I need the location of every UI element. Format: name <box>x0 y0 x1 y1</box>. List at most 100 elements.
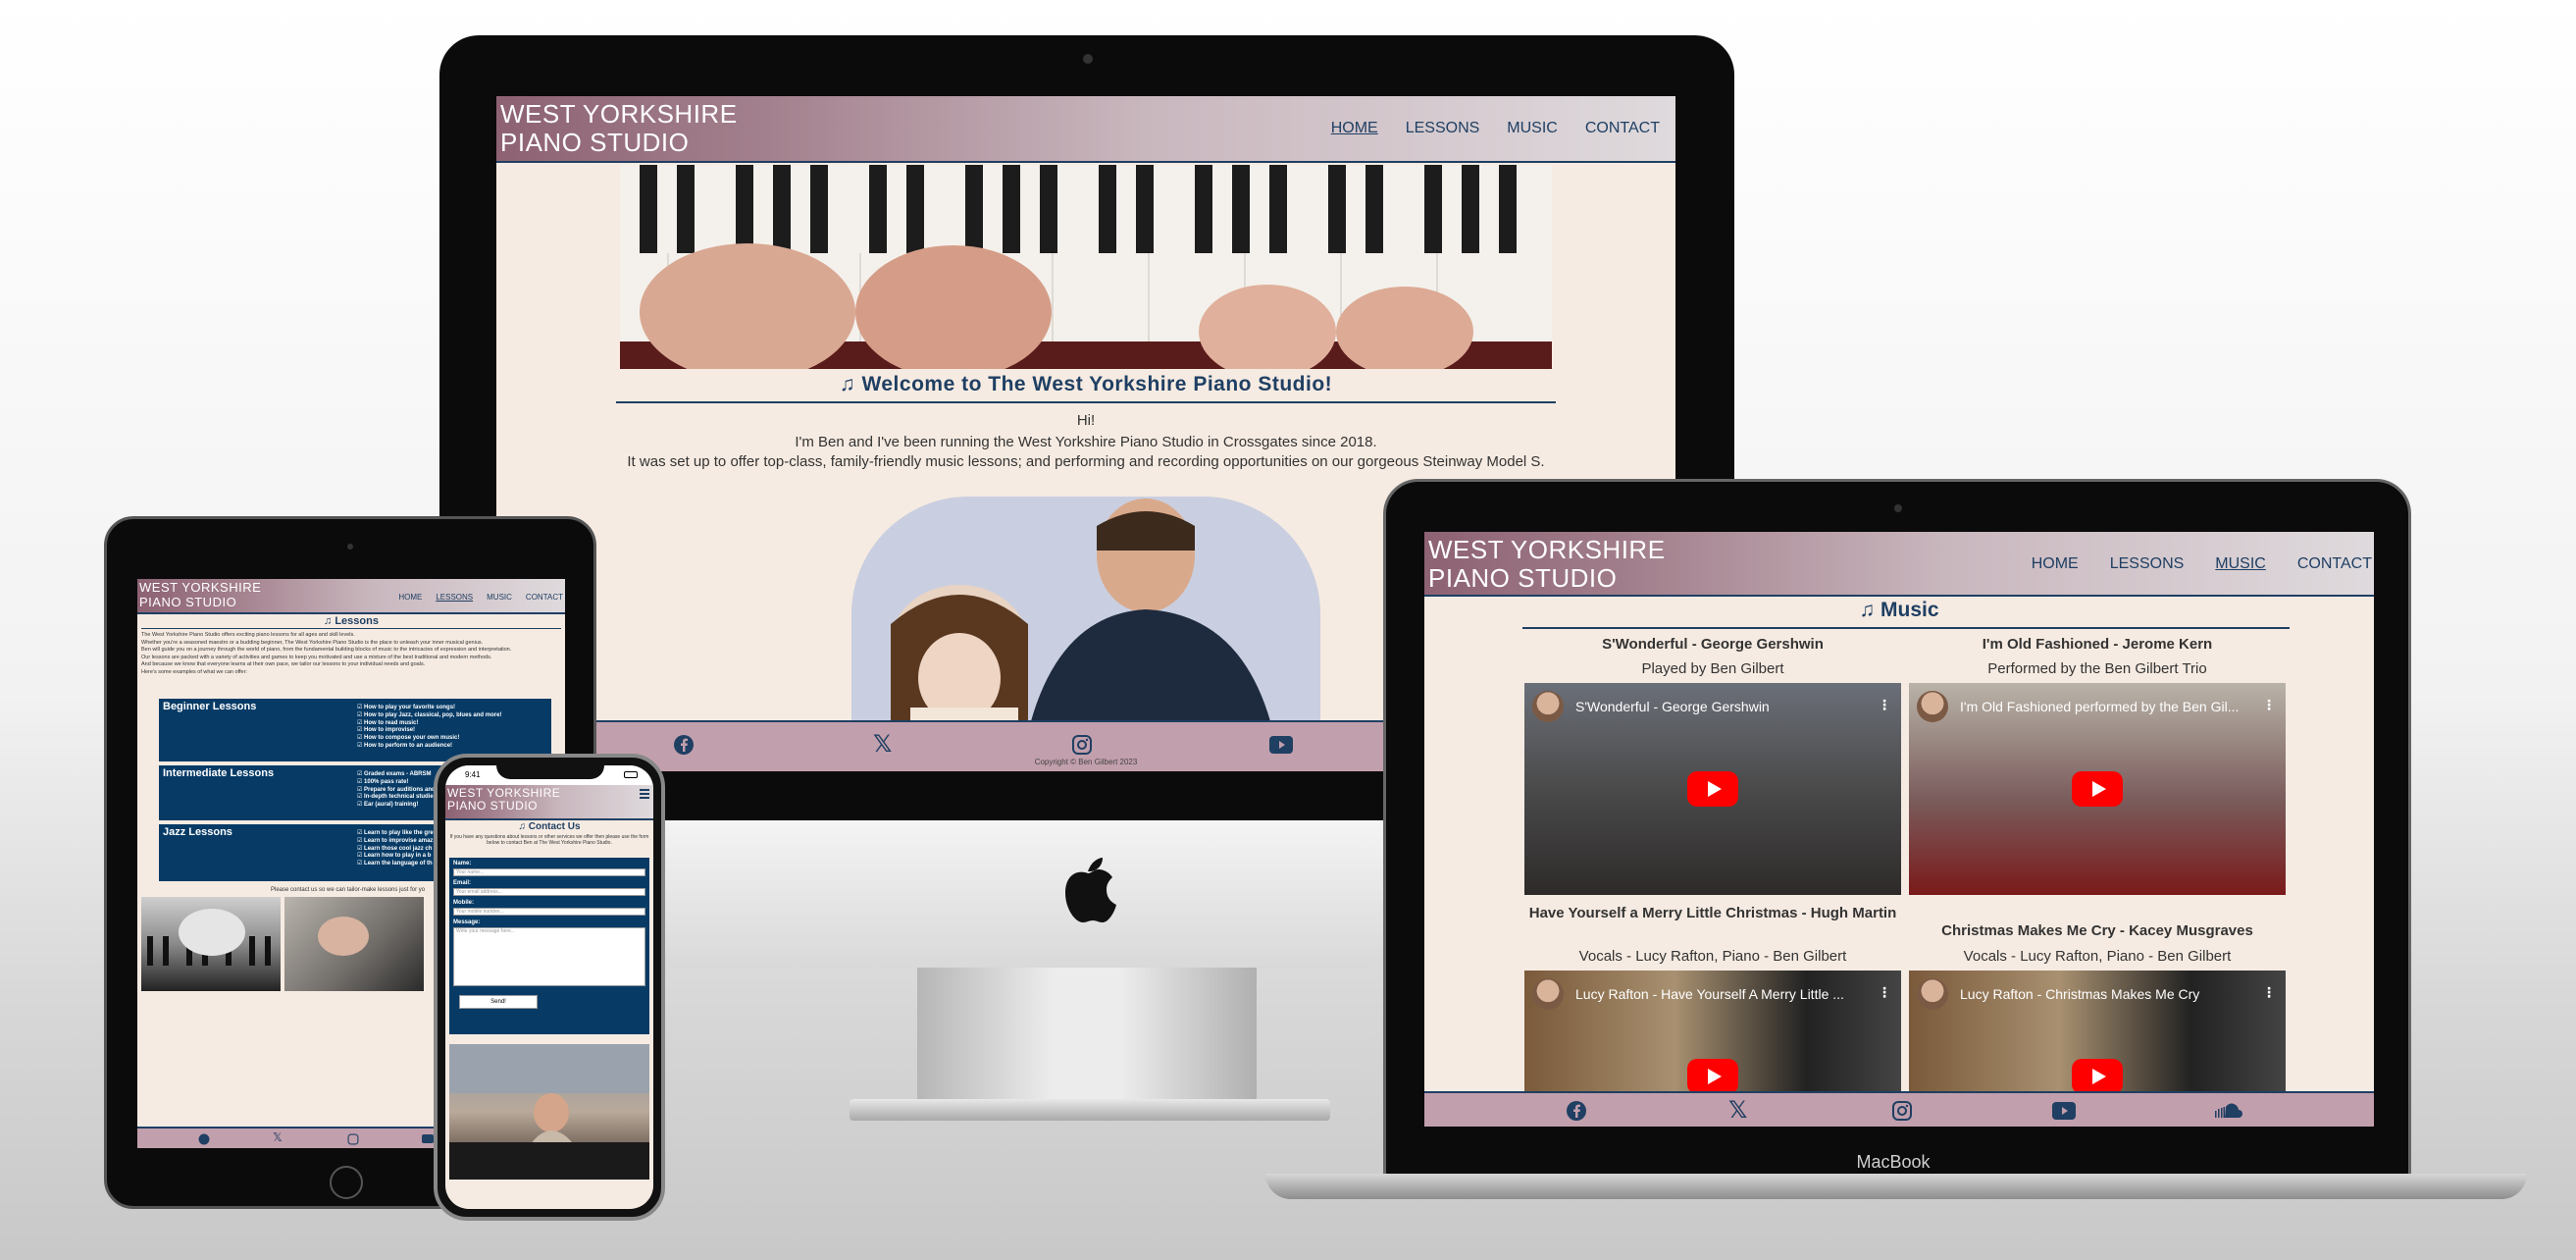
send-button[interactable]: Send! <box>459 995 538 1009</box>
x-icon[interactable]: 𝕏 <box>273 1130 283 1144</box>
welcome-para-2: I'm Ben and I've been running the West Y… <box>795 434 1377 450</box>
facebook-icon[interactable] <box>1566 1100 1587 1122</box>
list-item: ☑ 100% pass rate! <box>357 778 409 785</box>
nav-home[interactable]: HOME <box>398 593 422 602</box>
site-logo[interactable]: WEST YORKSHIRE PIANO STUDIO <box>447 786 561 814</box>
nav-lessons[interactable]: LESSONS <box>436 593 473 602</box>
lesson-card-title: Beginner Lessons <box>163 701 257 712</box>
lessons-intro-5: And because we know that everyone learns… <box>141 661 426 667</box>
nav-contact[interactable]: CONTACT <box>526 593 563 602</box>
lessons-contact-note: Please contact us so we can tailor-make … <box>271 887 426 893</box>
hamburger-icon[interactable] <box>640 789 649 799</box>
ipad-camera <box>347 544 353 550</box>
site-logo[interactable]: WEST YORKSHIRE PIANO STUDIO <box>500 99 738 158</box>
video-overlay-title: S'Wonderful - George Gershwin <box>1575 699 1770 714</box>
youtube-icon[interactable] <box>422 1134 434 1143</box>
video-title: Christmas Makes Me Cry - Kacey Musgraves <box>1941 922 2253 939</box>
music-note-icon: ♫ <box>518 821 526 832</box>
message-field[interactable]: Write your message here... <box>453 927 645 986</box>
instagram-icon[interactable] <box>1071 734 1093 756</box>
list-item: ☑ How to play your favorite songs! <box>357 705 456 710</box>
nav-lessons[interactable]: LESSONS <box>1406 120 1480 137</box>
main-nav: HOME LESSONS MUSIC CONTACT <box>1331 120 1660 137</box>
welcome-heading: ♫ Welcome to The West Yorkshire Piano St… <box>614 373 1558 396</box>
site-header: WEST YORKSHIRE PIANO STUDIO HOME LESSONS… <box>496 96 1675 163</box>
lesson-card-list: ☑ How to play your favorite songs! ☑ How… <box>357 705 501 751</box>
nav-home[interactable]: HOME <box>1331 120 1378 137</box>
video-overlay-title: Lucy Rafton - Have Yourself A Merry Litt… <box>1575 986 1844 1002</box>
nav-music[interactable]: MUSIC <box>1507 120 1558 137</box>
play-button-icon[interactable] <box>2072 1059 2123 1092</box>
video-overlay-title: I'm Old Fashioned performed by the Ben G… <box>1960 699 2240 714</box>
list-item: ☑ Ear (aural) training! <box>357 802 419 809</box>
imac-base <box>850 1099 1330 1121</box>
x-icon[interactable]: 𝕏 <box>1728 1096 1747 1125</box>
instagram-icon[interactable] <box>347 1133 359 1145</box>
more-options-icon[interactable]: ⋮ <box>2262 984 2276 1001</box>
hero-image-piano-hands <box>620 165 1552 369</box>
nav-home[interactable]: HOME <box>2032 555 2079 573</box>
music-heading-text: Music <box>1880 599 1939 621</box>
contact-form: Name: Your name... Email: Your email add… <box>449 858 649 1034</box>
iphone-screen: 9:41 WEST YORKSHIRE PIANO STUDIO ♫ Conta… <box>445 765 653 1209</box>
macbook-label: MacBook <box>1856 1152 1931 1172</box>
apple-logo-icon <box>1057 852 1118 924</box>
nav-music[interactable]: MUSIC <box>487 593 512 602</box>
mobile-field[interactable]: Your mobile number... <box>453 908 645 916</box>
avatar <box>1532 978 1564 1010</box>
name-field[interactable]: Your name... <box>453 868 645 876</box>
site-logo[interactable]: WEST YORKSHIRE PIANO STUDIO <box>139 580 262 609</box>
youtube-embed[interactable]: Lucy Rafton - Have Yourself A Merry Litt… <box>1524 971 1901 1092</box>
email-label: Email: <box>453 880 472 886</box>
youtube-embed[interactable]: I'm Old Fashioned performed by the Ben G… <box>1909 683 2286 895</box>
logo-line-2: PIANO STUDIO <box>500 128 690 158</box>
contact-heading-text: Contact Us <box>528 821 581 832</box>
facebook-icon[interactable] <box>198 1133 210 1145</box>
lesson-card-title: Intermediate Lessons <box>163 767 275 779</box>
logo-line-1: WEST YORKSHIRE <box>139 580 262 595</box>
welcome-para-1: Hi! <box>1076 412 1096 429</box>
nav-music[interactable]: MUSIC <box>2215 555 2266 573</box>
logo-line-1: WEST YORKSHIRE <box>500 99 738 129</box>
heading-divider <box>141 628 561 629</box>
music-heading: ♫ Music <box>1424 599 2374 622</box>
play-button-icon[interactable] <box>2072 771 2123 807</box>
list-item: ☑ How to compose your own music! <box>357 735 460 742</box>
list-item: ☑ How to perform to an audience! <box>357 742 453 749</box>
ben-and-student-photo <box>851 497 1320 732</box>
youtube-embed[interactable]: S'Wonderful - George Gershwin ⋮ <box>1524 683 1901 895</box>
facebook-icon[interactable] <box>673 734 695 756</box>
play-button-icon[interactable] <box>1687 771 1738 807</box>
list-item: ☑ How to play Jazz, classical, pop, blue… <box>357 711 502 718</box>
more-options-icon[interactable]: ⋮ <box>2262 697 2276 713</box>
logo-line-1: WEST YORKSHIRE <box>1428 535 1666 564</box>
more-options-icon[interactable]: ⋮ <box>1878 697 1891 713</box>
video-title: Have Yourself a Merry Little Christmas -… <box>1528 905 1897 921</box>
more-options-icon[interactable]: ⋮ <box>1878 984 1891 1001</box>
music-note-icon: ♫ <box>324 615 333 627</box>
contact-intro: If you have any questions about lessons … <box>449 834 649 846</box>
email-field[interactable]: Your email address... <box>453 888 645 896</box>
youtube-icon[interactable] <box>1269 736 1293 754</box>
youtube-icon[interactable] <box>2052 1102 2076 1120</box>
lesson-card-beginner: Beginner Lessons ☑ How to play your favo… <box>159 699 551 761</box>
play-button-icon[interactable] <box>1687 1059 1738 1092</box>
nav-contact[interactable]: CONTACT <box>1585 120 1660 137</box>
nav-lessons[interactable]: LESSONS <box>2110 555 2185 573</box>
macbook-camera <box>1894 504 1902 512</box>
list-item: ☑ Learn the language of th <box>357 861 433 867</box>
logo-line-2: PIANO STUDIO <box>139 594 237 609</box>
iphone-notch <box>496 761 604 779</box>
x-icon[interactable]: 𝕏 <box>873 730 892 759</box>
video-credit: Vocals - Lucy Rafton, Piano - Ben Gilber… <box>1578 948 1847 965</box>
youtube-embed[interactable]: Lucy Rafton - Christmas Makes Me Cry ⋮ <box>1909 971 2286 1092</box>
site-header: WEST YORKSHIRE PIANO STUDIO HOME LESSONS… <box>137 579 565 614</box>
logo-line-1: WEST YORKSHIRE <box>447 786 561 800</box>
welcome-text: Hi! I'm Ben and I've been running the We… <box>620 410 1552 470</box>
nav-contact[interactable]: CONTACT <box>2297 555 2372 573</box>
site-logo[interactable]: WEST YORKSHIRE PIANO STUDIO <box>1428 535 1666 593</box>
battery-icon <box>624 771 638 778</box>
instagram-icon[interactable] <box>1891 1100 1913 1122</box>
soundcloud-icon[interactable] <box>2213 1102 2242 1120</box>
contact-heading: ♫ Contact Us <box>445 821 653 832</box>
